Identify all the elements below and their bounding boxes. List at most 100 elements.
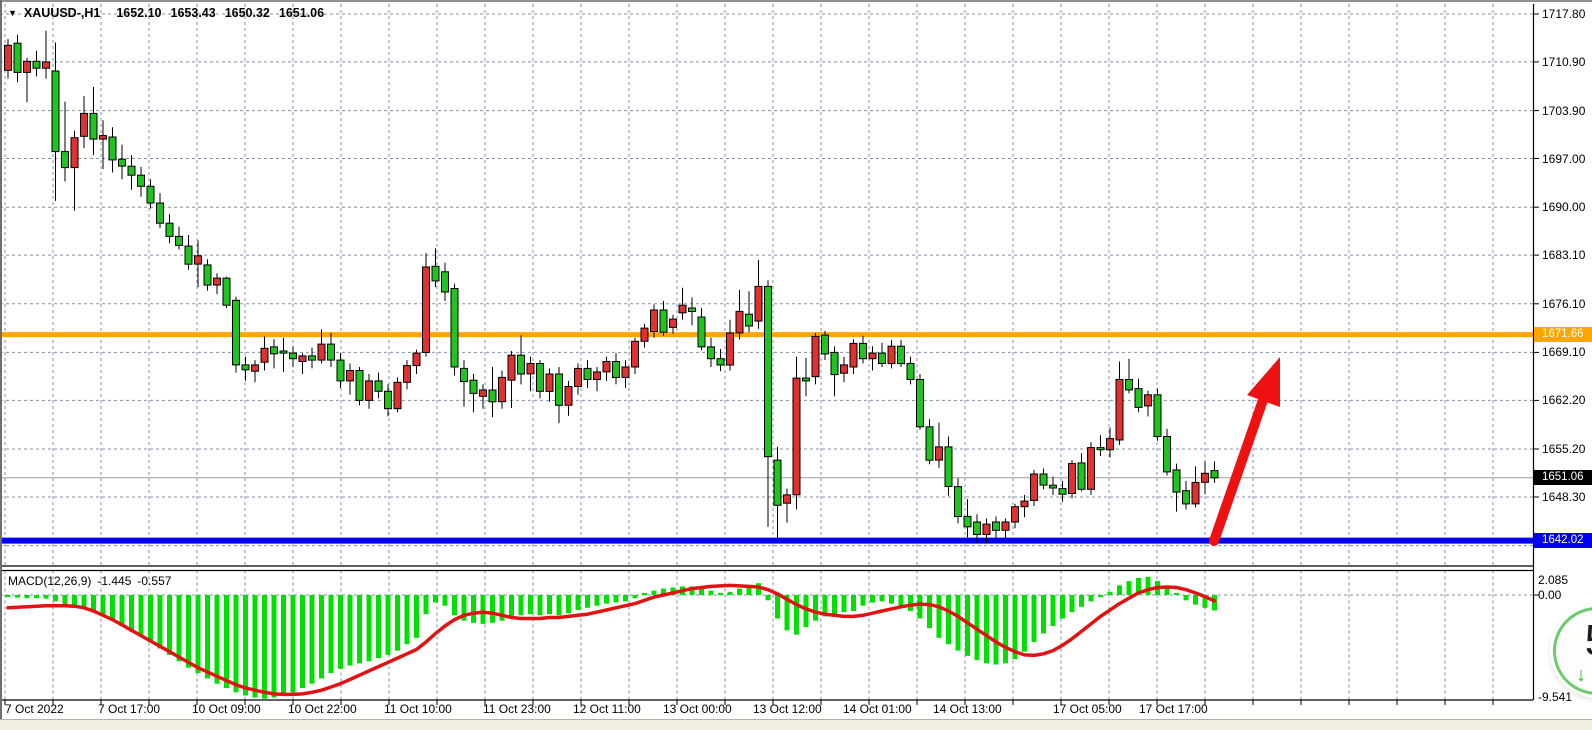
time-label: 12 Oct 11:00 <box>573 702 641 716</box>
trend-arrow-head[interactable] <box>1247 357 1280 407</box>
macd-header: MACD(12,26,9) -1.445 -0.557 <box>8 574 177 588</box>
candle-body <box>1135 389 1142 408</box>
candle-body <box>1211 471 1218 478</box>
candle-body <box>14 43 21 72</box>
open-value: 1652.10 <box>116 6 161 20</box>
close-value: 1651.06 <box>279 6 324 20</box>
candle-body <box>299 356 306 362</box>
macd-histogram-bar <box>699 589 704 595</box>
macd-histogram-bar <box>585 595 590 608</box>
macd-histogram-bar <box>414 595 419 638</box>
chart-canvas[interactable] <box>0 0 1592 730</box>
candle-body <box>993 522 1000 530</box>
macd-histogram-bar <box>1079 595 1084 607</box>
candle-body <box>917 380 924 427</box>
macd-histogram-bar <box>946 595 951 644</box>
macd-histogram-bar <box>861 595 866 606</box>
macd-histogram-bar <box>813 595 818 621</box>
macd-histogram-bar <box>1003 595 1008 663</box>
candle-body <box>803 378 810 381</box>
candle-body <box>1012 507 1019 522</box>
macd-histogram-bar <box>595 595 600 606</box>
candle-body <box>1183 491 1190 504</box>
resistance-price-tag: 1671.66 <box>1534 327 1592 342</box>
macd-histogram-bar <box>509 595 514 618</box>
candle-body <box>328 344 335 360</box>
time-label: 7 Oct 2022 <box>5 702 64 716</box>
macd-histogram-bar <box>1108 592 1113 595</box>
macd-histogram-bar <box>908 595 913 611</box>
candle-body <box>622 367 629 377</box>
macd-histogram-bar <box>224 595 229 688</box>
macd-histogram-bar <box>139 595 144 637</box>
candle-body <box>394 382 401 408</box>
macd-histogram-bar <box>243 595 248 696</box>
candle-body <box>869 353 876 359</box>
chart-symbol-dropdown-icon[interactable]: ▼ <box>8 8 17 18</box>
chart-window: ▼ XAUUSD-,H1 1652.10 1653.43 1650.32 165… <box>0 0 1592 730</box>
macd-histogram-bar <box>310 595 315 684</box>
candle-body <box>366 381 373 401</box>
candle-body <box>1126 380 1133 390</box>
candle-body <box>233 300 240 365</box>
time-label: 17 Oct 05:00 <box>1053 702 1122 716</box>
macd-histogram-bar <box>471 595 476 623</box>
macd-histogram-bar <box>357 595 362 663</box>
macd-histogram-bar <box>851 595 856 611</box>
time-label: 11 Oct 10:00 <box>384 702 452 716</box>
macd-histogram-bar <box>633 595 638 598</box>
macd-histogram-bar <box>348 595 353 666</box>
symbol-timeframe-label: XAUUSD-,H1 <box>24 6 100 20</box>
candle-body <box>261 348 268 362</box>
candle-body <box>736 311 743 333</box>
candle-body <box>204 265 211 285</box>
macd-histogram-bar <box>870 595 875 603</box>
time-label: 14 Oct 01:00 <box>843 702 912 716</box>
candle-body <box>62 152 69 168</box>
candle-body <box>81 113 88 136</box>
time-label: 10 Oct 22:00 <box>288 702 357 716</box>
unread-count: 5 <box>1556 616 1592 666</box>
macd-histogram-bar <box>129 595 134 631</box>
candle-body <box>356 371 363 401</box>
candle-body <box>242 365 249 370</box>
candle-body <box>337 360 344 381</box>
price-tick-label: 1655.20 <box>1542 442 1592 456</box>
macd-histogram-bar <box>1098 595 1103 597</box>
macd-histogram-bar <box>528 595 533 614</box>
candle-body <box>632 341 639 367</box>
candle-body <box>5 45 12 70</box>
candle-body <box>765 286 772 456</box>
candle-body <box>641 328 648 341</box>
macd-histogram-bar <box>196 595 201 673</box>
price-tick-label: 1648.30 <box>1542 490 1592 504</box>
candle-body <box>926 427 933 460</box>
macd-histogram-bar <box>728 592 733 595</box>
macd-histogram-bar <box>110 595 115 621</box>
macd-histogram-bar <box>737 589 742 595</box>
support-price-tag: 1642.02 <box>1534 533 1592 548</box>
macd-histogram-bar <box>880 595 885 601</box>
price-tick-label: 1717.80 <box>1542 7 1592 21</box>
candle-body <box>841 365 848 373</box>
candle-body <box>556 374 563 405</box>
macd-histogram-bar <box>186 595 191 668</box>
candle-body <box>879 353 886 363</box>
macd-histogram-bar <box>984 595 989 663</box>
macd-histogram-bar <box>1060 595 1065 619</box>
candle-body <box>831 352 838 374</box>
macd-histogram-bar <box>614 595 619 603</box>
candle-body <box>812 336 819 376</box>
candle-body <box>575 368 582 386</box>
candle-body <box>727 333 734 365</box>
macd-histogram-bar <box>1089 595 1094 601</box>
macd-histogram-bar <box>319 595 324 678</box>
candle-body <box>1050 485 1057 488</box>
window-left-border <box>0 0 2 730</box>
trend-arrow-shaft[interactable] <box>1214 400 1263 541</box>
candle-body <box>318 344 325 360</box>
arrow-down-icon: ↓ <box>1576 664 1586 687</box>
macd-histogram-bar <box>262 595 267 699</box>
candle-body <box>594 372 601 380</box>
macd-histogram-bar <box>405 595 410 644</box>
